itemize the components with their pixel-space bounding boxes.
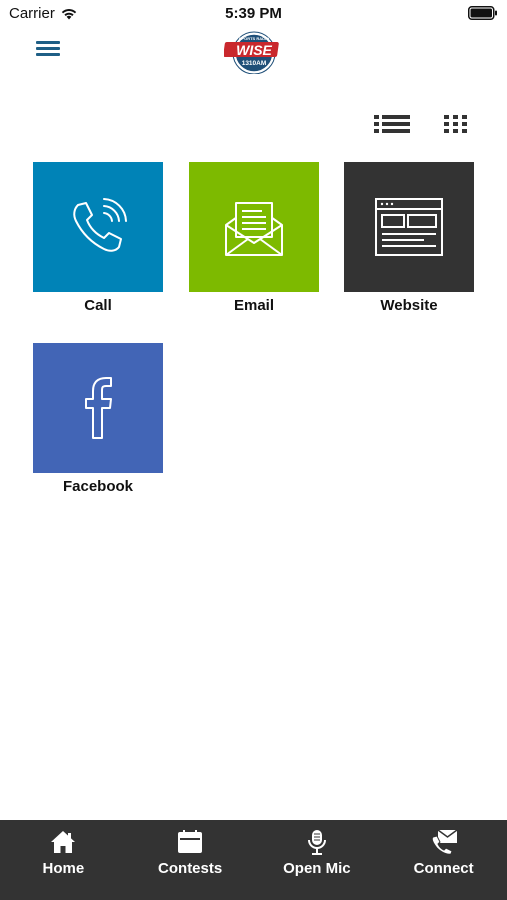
tab-home-label: Home — [42, 860, 85, 877]
facebook-icon — [85, 377, 112, 439]
tab-connect-label: Connect — [413, 860, 474, 877]
tab-open-mic[interactable]: Open Mic — [254, 820, 381, 900]
tab-connect[interactable]: Connect — [380, 820, 507, 900]
website-label: Website — [380, 297, 438, 314]
envelope-phone-icon — [429, 829, 459, 855]
website-tile[interactable]: Website — [344, 162, 474, 314]
status-bar: Carrier 5:39 PM — [0, 0, 507, 28]
facebook-tile-box[interactable] — [33, 343, 163, 473]
station-logo: SPORTS RADIO WISE 1310AM — [224, 31, 279, 74]
logo-main-text: WISE — [236, 42, 272, 58]
email-tile[interactable]: Email — [189, 162, 319, 314]
logo-top-text: SPORTS RADIO — [239, 36, 269, 41]
website-tile-box[interactable] — [344, 162, 474, 292]
tab-home[interactable]: Home — [0, 820, 127, 900]
facebook-label: Facebook — [62, 478, 134, 495]
phone-icon — [73, 198, 127, 252]
microphone-icon — [302, 829, 332, 855]
list-view-icon — [374, 115, 410, 133]
logo-frequency: 1310AM — [242, 60, 267, 67]
home-icon — [48, 829, 78, 855]
calendar-icon — [175, 829, 205, 855]
email-label: Email — [233, 297, 275, 314]
grid-view-icon — [444, 115, 467, 133]
call-tile-box[interactable] — [33, 162, 163, 292]
facebook-tile[interactable]: Facebook — [33, 343, 163, 495]
grid-view-button[interactable] — [442, 110, 470, 138]
list-view-button[interactable] — [372, 110, 412, 138]
call-label: Call — [84, 297, 112, 314]
hamburger-menu-icon[interactable] — [34, 38, 62, 62]
battery-icon — [468, 6, 497, 20]
tab-contests-label: Contests — [158, 860, 223, 877]
status-time: 5:39 PM — [225, 5, 282, 22]
tab-bar: Home Contests Open Mic Connect — [0, 820, 507, 900]
envelope-icon — [225, 202, 283, 256]
email-tile-box[interactable] — [189, 162, 319, 292]
call-tile[interactable]: Call — [33, 162, 163, 314]
tab-open-mic-label: Open Mic — [283, 860, 351, 877]
header: SPORTS RADIO WISE 1310AM — [0, 28, 507, 78]
browser-window-icon — [375, 198, 443, 256]
tab-contests[interactable]: Contests — [127, 820, 254, 900]
